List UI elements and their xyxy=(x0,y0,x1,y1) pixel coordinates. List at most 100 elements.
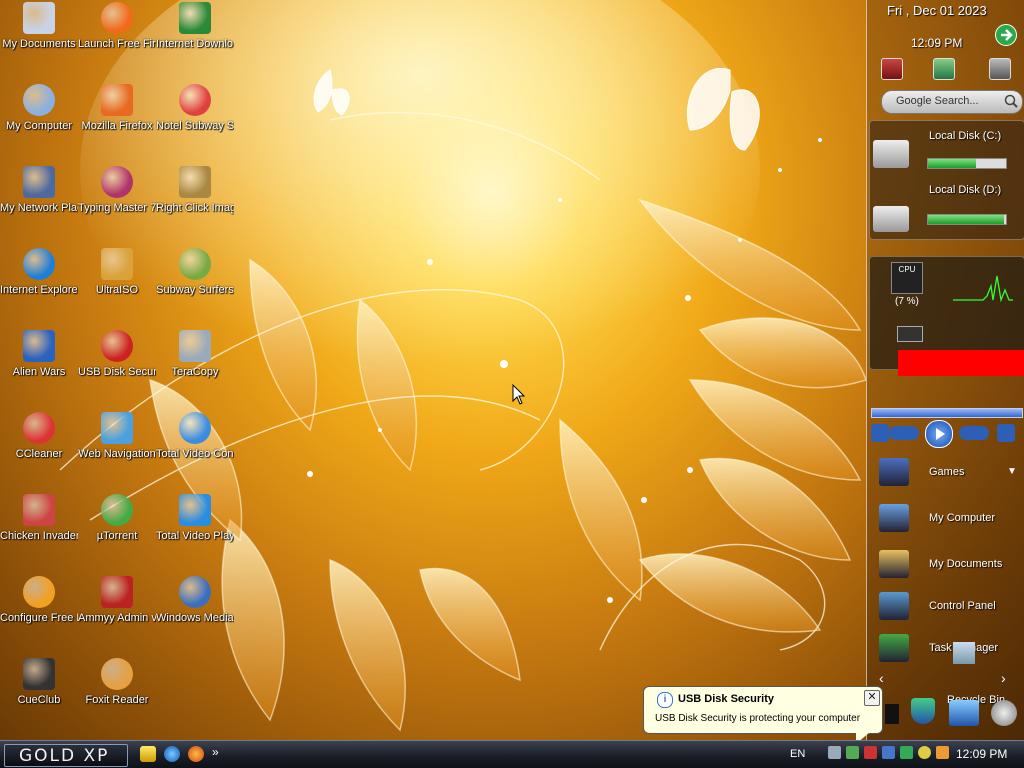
mouse-cursor-icon xyxy=(512,384,526,405)
stop-icon[interactable] xyxy=(871,424,889,442)
my-computer-icon xyxy=(23,84,55,116)
desktop-icon[interactable]: Chicken Invaders 2 xyxy=(0,494,78,543)
google-search-box[interactable]: Google Search... xyxy=(881,90,1023,114)
windows-icon[interactable] xyxy=(949,700,979,726)
desktop-icon-label: Foxit Reader xyxy=(85,694,149,706)
language-indicator[interactable]: EN xyxy=(790,748,805,760)
media-progress-bar[interactable] xyxy=(871,408,1023,418)
desktop-icon[interactable]: Right Click Image ... xyxy=(156,166,234,215)
quicklaunch-more-button[interactable]: » xyxy=(212,745,219,759)
power-icon[interactable] xyxy=(989,58,1011,80)
desktop-icon[interactable]: CCleaner xyxy=(0,412,78,461)
sidebar-menu-item[interactable]: My Documents xyxy=(929,558,1002,570)
messenger-tray-icon[interactable] xyxy=(918,746,931,759)
utorrent-tray-icon[interactable] xyxy=(846,746,859,759)
network-icon[interactable] xyxy=(933,58,955,80)
start-button[interactable]: GOLD XP xyxy=(4,744,128,767)
desktop-icon[interactable]: CueClub xyxy=(0,658,78,707)
desktop-icon[interactable]: Mozilla Firefox xyxy=(78,84,156,133)
desktop-icon-label: Total Video Player xyxy=(156,530,234,542)
desktop-icon[interactable]: USB Disk Security xyxy=(78,330,156,379)
desktop-icon-label: Configure Free Fire Screens... xyxy=(0,612,78,624)
desktop-icon[interactable]: My Documents xyxy=(0,2,78,51)
update-tray-icon[interactable] xyxy=(900,746,913,759)
right-click-image-icon xyxy=(179,166,211,198)
control-panel-icon[interactable] xyxy=(879,592,909,620)
hard-drive-d-icon xyxy=(873,206,909,232)
desktop-icon[interactable]: TeraCopy xyxy=(156,330,234,379)
my-documents-icon xyxy=(23,2,55,34)
desktop-icon[interactable]: Alien Wars xyxy=(0,330,78,379)
documents-folder-icon[interactable] xyxy=(879,550,909,578)
search-icon[interactable] xyxy=(1004,94,1018,108)
internet-download-tray-icon[interactable] xyxy=(882,746,895,759)
desktop-icon-label: My Computer xyxy=(5,120,73,132)
security-shield-icon[interactable] xyxy=(911,698,935,724)
sidebar-menu-item[interactable]: My Computer xyxy=(929,512,995,524)
desktop-icon-label: Total Video Converter xyxy=(156,448,234,460)
internet-download-manager-icon xyxy=(179,2,211,34)
shutdown-icon[interactable] xyxy=(881,58,903,80)
play-button-icon[interactable] xyxy=(925,420,953,448)
desktop-icon[interactable]: Windows Media Player xyxy=(156,576,234,625)
desktop-icon[interactable]: Configure Free Fire Screens... xyxy=(0,576,78,625)
games-folder-icon[interactable] xyxy=(879,458,909,486)
usb-security-tray-icon[interactable] xyxy=(864,746,877,759)
speaker-icon[interactable] xyxy=(991,700,1017,726)
desktop-icon[interactable]: Subway Surfers xyxy=(156,248,234,297)
memory-chip-icon xyxy=(897,326,923,342)
teracopy-icon xyxy=(179,330,211,362)
arrow-right-icon[interactable] xyxy=(995,24,1017,46)
chevron-left-icon[interactable]: ‹ xyxy=(879,670,884,686)
desktop-icon-label: My Documents xyxy=(2,38,76,50)
desktop-icon[interactable]: Total Video Converter xyxy=(156,412,234,461)
desktop-icon[interactable]: UltraISO xyxy=(78,248,156,297)
desktop-icon-label: Windows Media Player xyxy=(156,612,234,624)
desktop-icon-label: Notel Subway Surfers PNG xyxy=(156,120,234,132)
hard-drive-c-icon xyxy=(873,140,909,168)
desktop-icon[interactable]: Foxit Reader xyxy=(78,658,156,707)
balloon-message: USB Disk Security is protecting your com… xyxy=(655,713,861,724)
chevron-right-icon[interactable]: › xyxy=(1001,670,1006,686)
desktop-icon[interactable]: µTorrent xyxy=(78,494,156,543)
show-desktop-icon[interactable] xyxy=(140,746,156,762)
sidebar-date: Fri , Dec 01 2023 xyxy=(887,3,987,18)
close-icon[interactable]: ✕ xyxy=(864,690,880,706)
desktop-icon[interactable]: Ammyy Admin v3.5 xyxy=(78,576,156,625)
firefox-quicklaunch-icon[interactable] xyxy=(188,746,204,762)
desktop-icon[interactable]: Notel Subway Surfers PNG xyxy=(156,84,234,133)
total-video-player-icon xyxy=(179,494,211,526)
network-tray-icon[interactable] xyxy=(828,746,841,759)
desktop-icon[interactable]: Web Navigation xyxy=(78,412,156,461)
desktop-icon[interactable]: Launch Free Fire Scree... xyxy=(78,2,156,51)
taskbar: GOLD XP » EN 12:09 PM xyxy=(0,740,1024,768)
cpu-percent: (7 %) xyxy=(895,296,919,307)
desktop-icon-label: Ammyy Admin v3.5 xyxy=(78,612,156,624)
configure-screensaver-icon xyxy=(23,576,55,608)
task-manager-icon[interactable] xyxy=(879,634,909,662)
eject-icon[interactable] xyxy=(997,424,1015,442)
recycle-bin-icon[interactable] xyxy=(953,642,975,664)
desktop-icon[interactable]: Internet Downlo... xyxy=(156,2,234,51)
desktop-icon[interactable]: Typing Master 7.0 xyxy=(78,166,156,215)
desktop-icon[interactable]: Internet Explorer xyxy=(0,248,78,297)
magic-tray-icon[interactable] xyxy=(936,746,949,759)
scroll-down-icon[interactable]: ▼ xyxy=(1007,466,1017,477)
cpu-label: CPU xyxy=(898,265,916,274)
cpu-graph xyxy=(953,275,1013,303)
firefox-icon xyxy=(101,84,133,116)
desktop-icon[interactable]: My Network Places xyxy=(0,166,78,215)
notification-balloon[interactable]: i USB Disk Security ✕ USB Disk Security … xyxy=(643,686,883,744)
usb-disk-security-icon xyxy=(101,330,133,362)
computer-icon[interactable] xyxy=(879,504,909,532)
sidebar-menu-item[interactable]: Control Panel xyxy=(929,600,996,612)
rewind-icon[interactable] xyxy=(889,426,919,440)
desktop-icon[interactable]: Total Video Player xyxy=(156,494,234,543)
desktop-icon[interactable]: My Computer xyxy=(0,84,78,133)
sidebar-menu-item[interactable]: Games xyxy=(929,466,964,478)
taskbar-clock[interactable]: 12:09 PM xyxy=(956,747,1007,761)
fast-forward-icon[interactable] xyxy=(959,426,989,440)
foxit-reader-icon xyxy=(101,658,133,690)
desktop-icon-label: Internet Downlo... xyxy=(156,38,234,50)
internet-explorer-quicklaunch-icon[interactable] xyxy=(164,746,180,762)
